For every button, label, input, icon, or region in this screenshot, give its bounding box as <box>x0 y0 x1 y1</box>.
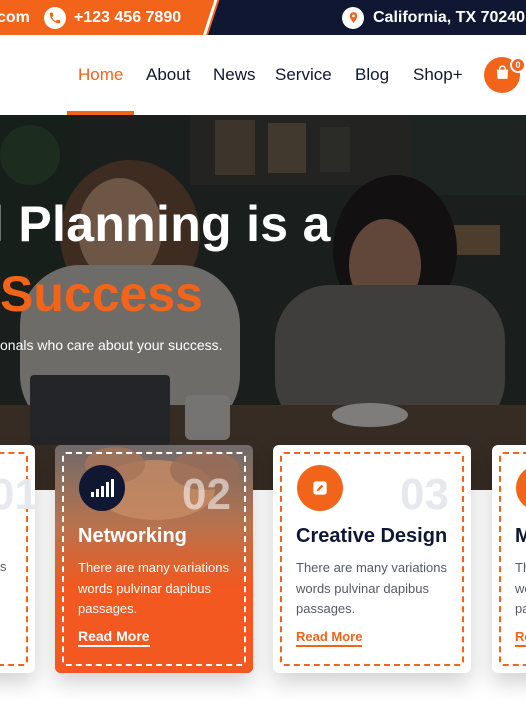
shop-plus-icon: + <box>452 65 463 84</box>
pencil-icon <box>297 465 343 511</box>
feature-card-1: 01 s <box>0 445 39 673</box>
nav-item-shop-label: Shop <box>413 65 453 84</box>
feature-card-creative-design: 03 Creative Design There are many variat… <box>273 445 471 673</box>
read-more-link[interactable]: Read More <box>296 629 363 647</box>
nav-item-news[interactable]: News <box>213 65 256 85</box>
nav-item-home[interactable]: Home <box>78 65 123 85</box>
card-number: 01 <box>0 470 39 519</box>
card-title: Creative Design <box>296 525 448 547</box>
phone-icon <box>43 6 66 29</box>
nav-item-shop[interactable]: Shop+ <box>413 65 463 85</box>
feature-card-4: M Th wo pa Re <box>492 445 526 673</box>
signal-bars-icon <box>79 465 125 511</box>
nav-item-blog[interactable]: Blog <box>355 65 389 85</box>
phone-number[interactable]: +123 456 7890 <box>74 9 181 27</box>
nav-item-about[interactable]: About <box>146 65 190 85</box>
hero-title-line2: Success <box>0 266 203 322</box>
card-title: M <box>515 525 526 547</box>
hero-subtitle: onals who care about your success. <box>0 337 223 353</box>
hero-title-line1: l Planning is a <box>0 196 331 252</box>
top-bar-contact: com +123 456 7890 <box>0 0 181 35</box>
card-title: Networking <box>78 525 187 547</box>
location-pin-icon <box>342 6 364 29</box>
card-number: 03 <box>400 470 449 519</box>
email-link[interactable]: com <box>0 9 30 27</box>
page: com +123 456 7890 California, TX 70240 H… <box>0 0 526 702</box>
card-number: 02 <box>182 470 231 519</box>
card-description: There are many variations words pulvinar… <box>78 560 230 616</box>
main-navbar: Home About News Service Blog Shop+ 0 <box>0 35 526 115</box>
nav-menu: Home About News Service Blog Shop+ <box>0 35 526 115</box>
shopping-bag-icon <box>494 64 511 86</box>
location-text: California, TX 70240 <box>373 8 526 26</box>
cart-count-badge: 0 <box>510 57 526 73</box>
nav-item-service[interactable]: Service <box>275 65 332 85</box>
read-more-link[interactable]: Read More <box>78 628 150 647</box>
card-description: Th wo pa <box>515 560 526 616</box>
read-more-link[interactable]: Re <box>515 629 526 647</box>
top-bar: com +123 456 7890 California, TX 70240 <box>0 0 526 35</box>
top-bar-location: California, TX 70240 <box>342 0 525 35</box>
feature-card-networking: 02 Networking There are many variations … <box>55 445 253 673</box>
hero-section: l Planning is a Success onals who care a… <box>0 115 526 490</box>
card-description: There are many variations words pulvinar… <box>296 560 448 616</box>
